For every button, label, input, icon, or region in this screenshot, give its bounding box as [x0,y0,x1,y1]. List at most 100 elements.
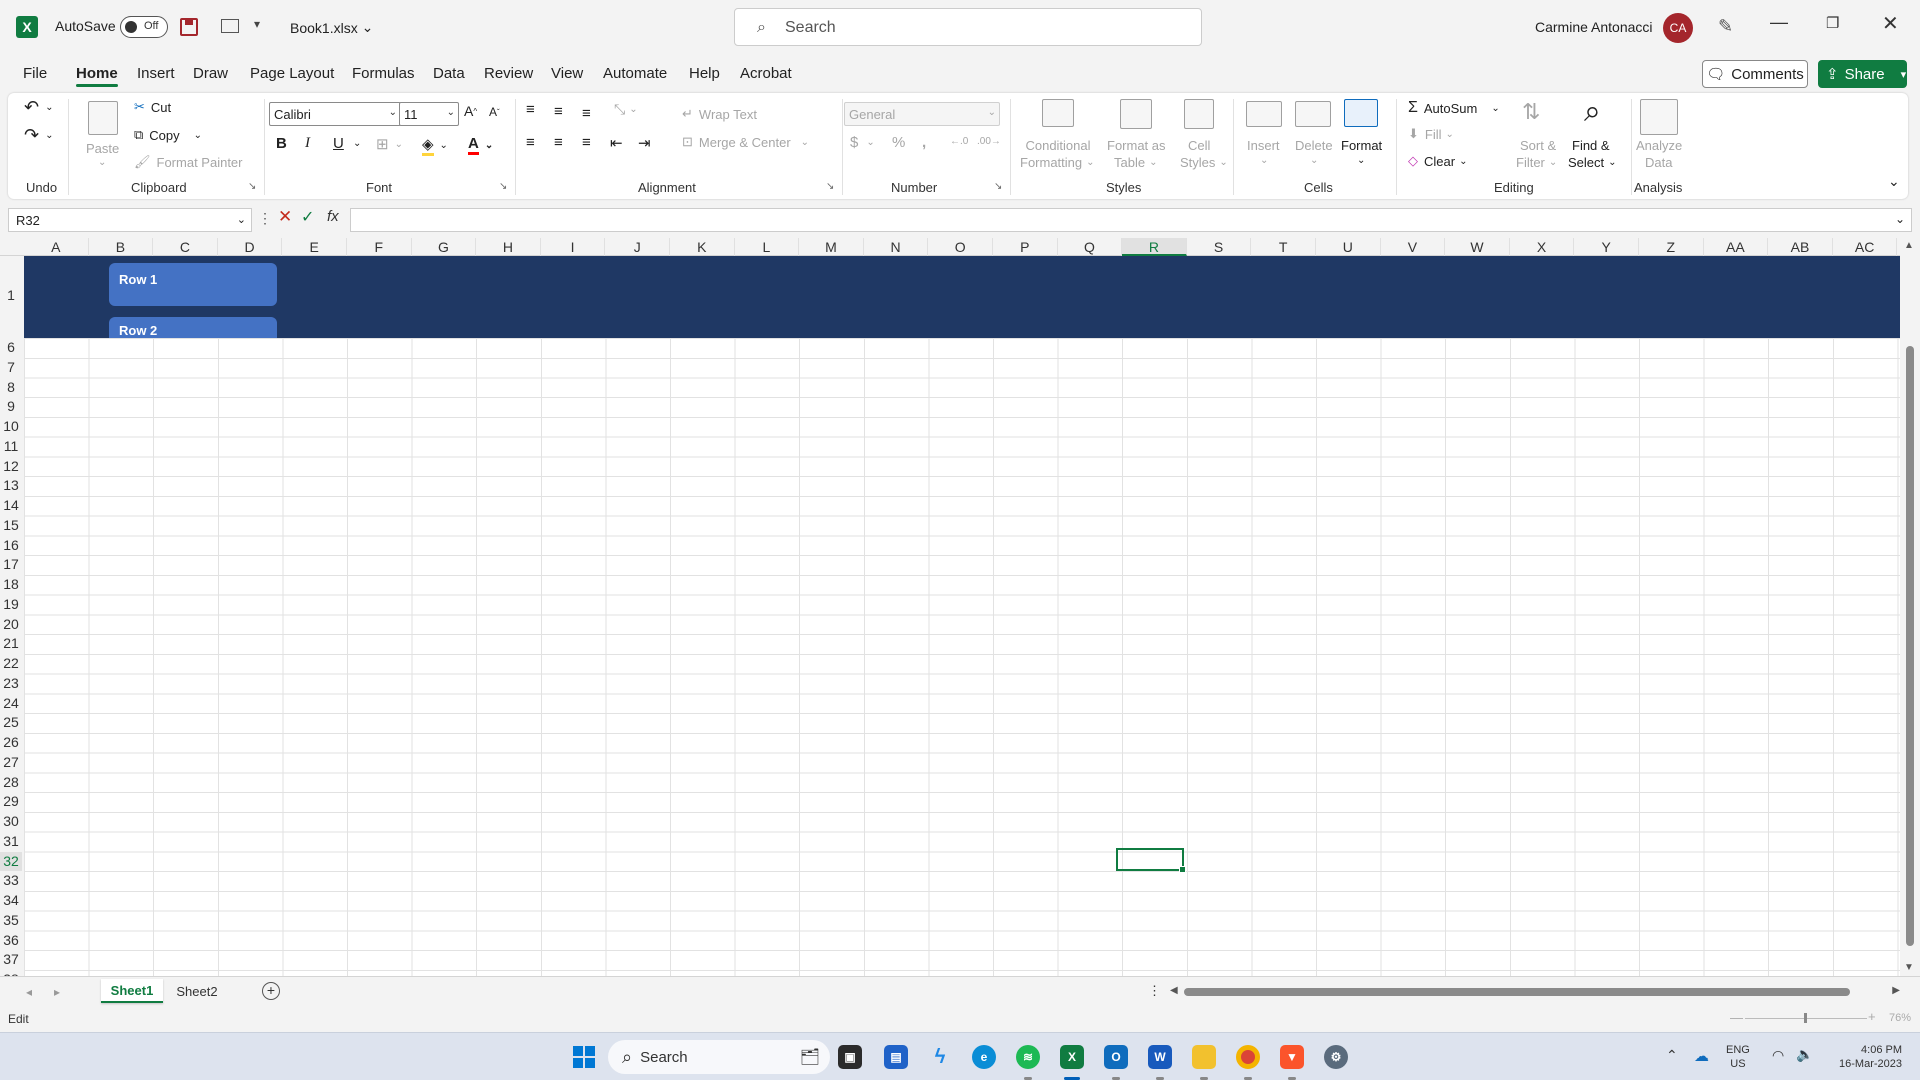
row-header-25[interactable]: 25 [0,713,22,732]
fill-color-icon[interactable]: ◈ ⌄ [422,135,448,156]
column-header-y[interactable]: Y [1574,238,1639,256]
align-bottom-icon[interactable]: ≡ [582,105,591,122]
column-header-h[interactable]: H [476,238,541,256]
copy-button[interactable]: ⧉ Copy ⌄ [134,127,202,143]
row-header-13[interactable]: 13 [0,476,22,495]
row-header-26[interactable]: 26 [0,733,22,752]
column-header-ac[interactable]: AC [1833,238,1898,256]
tab-home[interactable]: Home [76,65,118,82]
power-automate-icon[interactable]: ϟ [928,1045,952,1069]
sheet-tab-sheet1[interactable]: Sheet1 [101,979,163,1003]
row-header-31[interactable]: 31 [0,832,22,851]
fill-button[interactable]: ⬇ Fill ⌄ [1408,126,1454,142]
row-header-32[interactable]: 32 [0,851,22,871]
increase-font-icon[interactable]: A ^ [464,103,477,119]
redo-icon[interactable]: ↷ ⌄ [24,125,53,146]
cut-button[interactable]: ✂ Cut [134,99,171,115]
search-box[interactable]: ⌕ Search [734,8,1202,46]
find-select-button[interactable]: Find & [1572,138,1610,153]
row-header-21[interactable]: 21 [0,634,22,653]
file-explorer-icon[interactable] [1192,1045,1216,1069]
decrease-font-icon[interactable]: Aˇ [489,105,500,119]
row-header-9[interactable]: 9 [0,397,22,416]
row-header-37[interactable]: 37 [0,950,22,969]
delete-cells-button[interactable]: Delete [1295,138,1333,153]
chrome-icon[interactable] [1236,1045,1260,1069]
scroll-thumb[interactable] [1906,346,1914,946]
wrap-text-button[interactable]: ↵ Wrap Text [682,106,757,122]
column-header-u[interactable]: U [1316,238,1381,256]
italic-button[interactable]: I [305,135,310,152]
currency-icon[interactable]: $ ⌄ [850,134,875,151]
row-2-button[interactable]: Row 2 [109,317,277,338]
zoom-level[interactable]: 76% [1889,1012,1911,1024]
volume-icon[interactable]: 🔈 [1796,1046,1813,1063]
borders-icon[interactable]: ⊞ ⌄ [376,135,403,153]
dialog-launcher-icon[interactable]: ↘ [248,181,256,192]
row-header-1[interactable]: 1 [0,286,22,304]
conditional-formatting-button[interactable]: Conditional [1025,138,1091,153]
task-view-icon[interactable]: ▣ [838,1045,862,1069]
comma-style-icon[interactable]: , [922,134,926,151]
next-sheet-icon[interactable]: ▸ [54,985,60,999]
insert-cells-button[interactable]: Insert [1247,138,1280,153]
column-header-f[interactable]: F [347,238,412,256]
column-header-n[interactable]: N [864,238,929,256]
comments-button[interactable]: 🗨 Comments [1702,60,1808,88]
tab-acrobat[interactable]: Acrobat [740,65,792,82]
format-as-table-button[interactable]: Format as [1107,138,1166,153]
insert-function-icon[interactable]: fx [327,208,339,225]
autosave-toggle[interactable]: Off [120,16,168,38]
row-header-15[interactable]: 15 [0,516,22,535]
row-header-35[interactable]: 35 [0,911,22,930]
merge-center-button[interactable]: ⊡ Merge & Center ⌄ [682,134,809,150]
horizontal-scrollbar[interactable]: ◀ ▶ [1170,985,1900,999]
row-header-6[interactable]: 6 [0,338,22,357]
settings-icon[interactable]: ⚙ [1324,1045,1348,1069]
row-header-17[interactable]: 17 [0,555,22,574]
format-painter-button[interactable]: 🖌 Format Painter [134,154,243,170]
row-header-12[interactable]: 12 [0,457,22,476]
brave-icon[interactable]: ▼ [1280,1045,1304,1069]
column-header-i[interactable]: I [541,238,606,256]
store-icon[interactable]: ▤ [884,1045,908,1069]
row-header-34[interactable]: 34 [0,891,22,910]
cell-styles-button[interactable]: Cell [1188,138,1210,153]
row-header-22[interactable]: 22 [0,654,22,673]
row-header-30[interactable]: 30 [0,812,22,831]
tab-view[interactable]: View [551,65,583,82]
sort-filter-button[interactable]: Sort & [1520,138,1556,153]
column-header-w[interactable]: W [1445,238,1510,256]
tab-draw[interactable]: Draw [193,65,228,82]
row-header-20[interactable]: 20 [0,615,22,634]
language-indicator[interactable]: ENG US [1726,1043,1750,1071]
paste-icon[interactable] [88,101,118,135]
row-header-18[interactable]: 18 [0,575,22,594]
file-name-button[interactable]: Book1.xlsx ⌄ [290,19,373,36]
check-icon[interactable]: ✓ [301,207,314,227]
row-header-33[interactable]: 33 [0,871,22,890]
chevron-down-icon[interactable]: ⌄ [1895,212,1905,226]
scroll-up-icon[interactable]: ▲ [1904,240,1914,251]
worksheet-grid[interactable]: A B C D E F G H I J K L M N O P Q R S T U V W X Y Z AA AB AC 1 6 7 8 9 10… [0,238,1920,976]
cell-area[interactable] [24,338,1900,976]
column-header-c[interactable]: C [153,238,218,256]
row-header-36[interactable]: 36 [0,931,22,950]
tab-data[interactable]: Data [433,65,465,82]
row-header-23[interactable]: 23 [0,674,22,693]
row-header-24[interactable]: 24 [0,694,22,713]
column-header-m[interactable]: M [799,238,864,256]
row-header-28[interactable]: 28 [0,773,22,792]
more-icon[interactable]: ⋮ [1148,983,1161,999]
windows-start-icon[interactable] [572,1045,596,1069]
autosum-button[interactable]: Σ AutoSum ⌄ [1408,99,1500,117]
decrease-decimal-icon[interactable]: .00→ [977,136,1001,147]
dialog-launcher-icon[interactable]: ↘ [826,181,834,192]
tab-formulas[interactable]: Formulas [352,65,415,82]
column-header-t[interactable]: T [1251,238,1316,256]
column-header-k[interactable]: K [670,238,735,256]
more-icon[interactable]: ⋮ [258,210,272,227]
collapse-ribbon-icon[interactable]: ⌄ [1888,173,1900,190]
tab-file[interactable]: File [23,65,47,82]
onedrive-icon[interactable]: ☁ [1694,1047,1709,1065]
